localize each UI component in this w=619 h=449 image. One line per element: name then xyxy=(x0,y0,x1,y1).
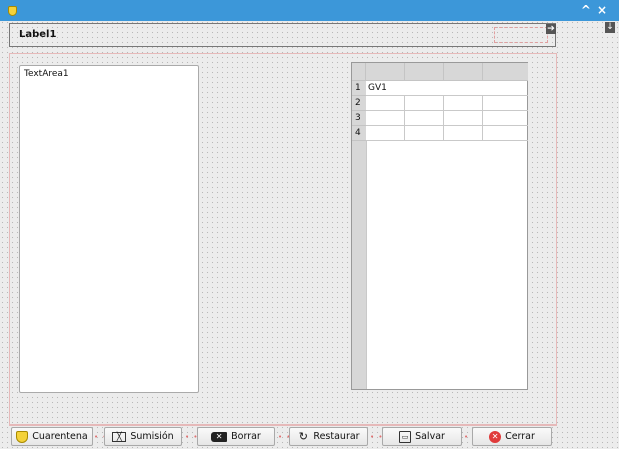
label-panel: Label1 ➔ xyxy=(9,23,556,47)
placeholder-frame xyxy=(494,27,548,43)
backspace-icon: ✕ xyxy=(211,431,228,442)
grid-cell[interactable] xyxy=(366,96,405,111)
grid-cell[interactable] xyxy=(405,96,444,111)
redo-icon: ↻ xyxy=(298,429,309,443)
arrow-right-icon[interactable]: ➔ xyxy=(546,24,556,34)
grid-corner xyxy=(352,63,366,81)
text-area[interactable]: TextArea1 xyxy=(19,65,199,393)
close-icon[interactable]: × xyxy=(597,3,613,17)
label1: Label1 xyxy=(19,29,57,40)
separator: • xyxy=(464,433,470,441)
grid-cell[interactable] xyxy=(405,126,444,141)
sumision-label: Sumisión xyxy=(130,431,174,442)
grid-cell[interactable] xyxy=(483,111,528,126)
grid-cell[interactable] xyxy=(444,126,483,141)
salvar-button[interactable]: ▭ Salvar xyxy=(382,427,462,446)
cerrar-label: Cerrar xyxy=(505,431,535,442)
grid-cell-gv1[interactable]: GV1 xyxy=(366,81,528,96)
arrow-down-icon[interactable]: ↓ xyxy=(605,22,615,33)
sumision-button[interactable]: ╳ Sumisión xyxy=(104,427,182,446)
grid-cell[interactable] xyxy=(366,126,405,141)
shield-icon xyxy=(16,430,29,443)
grid-cell[interactable] xyxy=(366,111,405,126)
cuarentena-label: Cuarentena xyxy=(32,431,88,442)
envelope-icon: ╳ xyxy=(112,431,127,442)
grid-column-header[interactable] xyxy=(405,63,444,81)
cancel-circle-icon: ✕ xyxy=(489,430,502,443)
grid-column-header[interactable] xyxy=(444,63,483,81)
floppy-disk-icon: ▭ xyxy=(399,430,412,443)
grid-cell[interactable] xyxy=(483,126,528,141)
window-controls: ^× xyxy=(581,3,613,17)
grid-cell[interactable] xyxy=(405,111,444,126)
window-titlebar: ^× xyxy=(0,0,619,21)
grid-row-number[interactable]: 4 xyxy=(352,126,366,141)
grid-column-header[interactable] xyxy=(483,63,528,81)
grid-column-header[interactable] xyxy=(366,63,405,81)
borrar-label: Borrar xyxy=(231,431,261,442)
grid-cell[interactable] xyxy=(444,111,483,126)
grid-row-number[interactable]: 1 xyxy=(352,81,366,96)
grid-view[interactable]: 1 2 3 4 GV1 xyxy=(351,62,528,390)
cuarentena-button[interactable]: Cuarentena xyxy=(11,427,93,446)
salvar-label: Salvar xyxy=(415,431,445,442)
grid-cell[interactable] xyxy=(483,96,528,111)
cerrar-button[interactable]: ✕ Cerrar xyxy=(472,427,552,446)
restaurar-label: Restaurar xyxy=(313,431,360,442)
chevron-up-icon[interactable]: ^ xyxy=(581,3,597,17)
grid-row-number[interactable]: 3 xyxy=(352,111,366,126)
app-shield-icon xyxy=(8,6,17,16)
restaurar-button[interactable]: ↻ Restaurar xyxy=(289,427,368,446)
borrar-button[interactable]: ✕ Borrar xyxy=(197,427,275,446)
grid-cell[interactable] xyxy=(444,96,483,111)
grid-divider xyxy=(366,141,367,389)
grid-row-number[interactable]: 2 xyxy=(352,96,366,111)
